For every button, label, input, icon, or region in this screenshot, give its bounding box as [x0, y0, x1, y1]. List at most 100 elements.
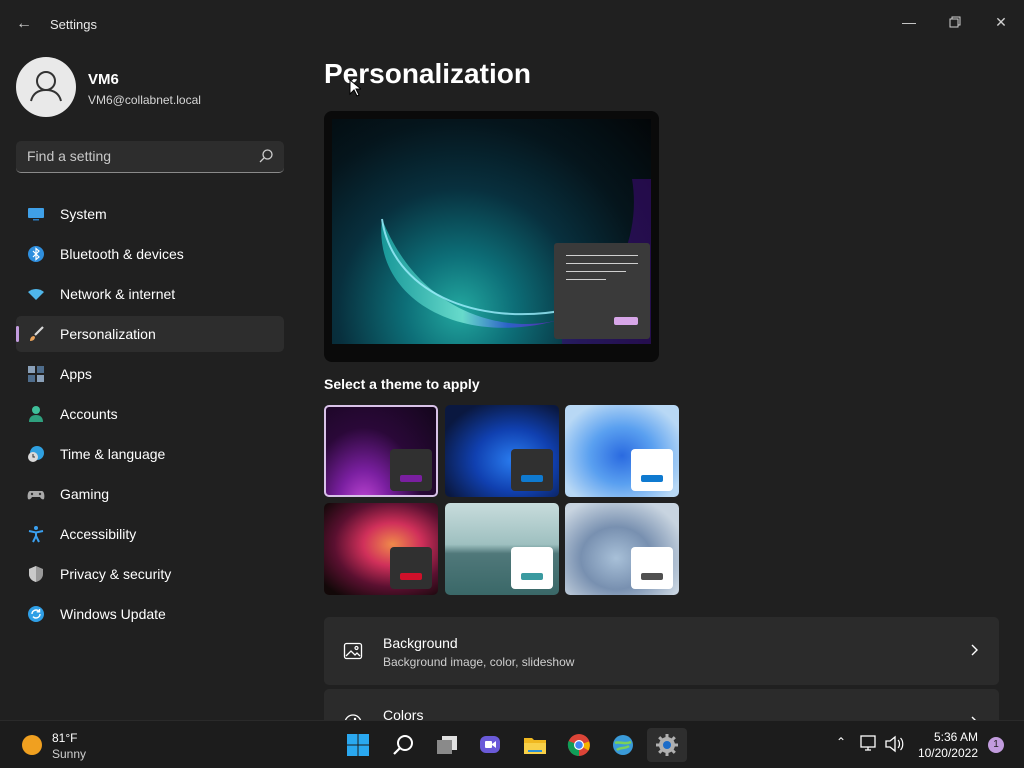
brush-icon [30, 326, 44, 341]
search-input[interactable] [16, 141, 246, 171]
sidebar-item-personalization[interactable]: Personalization [16, 316, 284, 352]
sidebar-item-label: Windows Update [60, 606, 166, 622]
network-tool-button[interactable] [603, 728, 643, 762]
update-icon [28, 606, 44, 622]
monitor-icon [28, 208, 44, 221]
palette-icon [344, 714, 362, 720]
theme-windows-light[interactable] [565, 405, 679, 497]
preview-accent-button [614, 317, 638, 325]
sidebar-item-bluetooth[interactable]: Bluetooth & devices [16, 236, 284, 272]
settings-window: ← Settings — ✕ VM6 VM6@collabnet.local F… [0, 0, 1024, 720]
weather-condition[interactable]: Sunny [52, 747, 86, 761]
clock-date: 10/20/2022 [917, 746, 978, 760]
sidebar-item-system[interactable]: System [16, 196, 284, 232]
start-button[interactable] [338, 728, 378, 762]
gamepad-icon [27, 491, 45, 500]
file-explorer-icon [524, 738, 546, 754]
theme-accent-swatch [400, 573, 422, 580]
sidebar-item-accessibility[interactable]: Accessibility [16, 516, 284, 552]
sidebar-item-label: Gaming [60, 486, 110, 502]
theme-accent-swatch [521, 475, 543, 482]
teams-chat-icon [480, 736, 500, 753]
desktop-wallpaper-preview [332, 119, 651, 344]
minimize-button[interactable]: — [897, 10, 921, 34]
sidebar-item-windows-update[interactable]: Windows Update [16, 596, 284, 632]
preview-window [554, 243, 650, 339]
globe-clock-icon [28, 446, 44, 462]
accessibility-icon [28, 526, 44, 543]
user-profile[interactable]: VM6 VM6@collabnet.local [16, 57, 286, 117]
chevron-right-icon [971, 644, 978, 656]
sidebar-item-gaming[interactable]: Gaming [16, 476, 284, 512]
sidebar-item-label: System [60, 206, 107, 222]
background-setting-card[interactable]: Background Background image, color, slid… [324, 617, 999, 685]
bluetooth-icon [28, 246, 44, 262]
person-icon [29, 406, 43, 422]
theme-window-swatch [631, 547, 673, 589]
clock-time: 5:36 AM [933, 730, 978, 744]
shield-icon [29, 566, 43, 582]
main-content: Personalization Select a theme to apply … [300, 48, 1024, 720]
chrome-icon [567, 734, 590, 756]
theme-window-swatch [511, 547, 553, 589]
person-icon [30, 71, 62, 102]
taskbar-search-button[interactable] [383, 728, 423, 762]
theme-captured-motion[interactable] [445, 503, 559, 595]
settings-taskbar-button[interactable] [647, 728, 687, 762]
theme-accent-swatch [521, 573, 543, 580]
back-arrow-icon[interactable]: ← [14, 14, 34, 34]
theme-accent-swatch [400, 475, 422, 482]
avatar [16, 57, 76, 117]
chat-button[interactable] [470, 728, 510, 762]
nav-list: System Bluetooth & devices Network & int… [16, 196, 284, 636]
search-icon [393, 735, 413, 755]
sidebar-item-label: Network & internet [60, 286, 176, 302]
sidebar-item-label: Accounts [60, 406, 118, 422]
theme-window-swatch [390, 449, 432, 491]
sun-icon[interactable] [22, 735, 42, 755]
volume-icon[interactable] [884, 735, 904, 753]
theme-preview [324, 111, 659, 362]
card-title: Colors [383, 707, 424, 720]
sidebar-item-network[interactable]: Network & internet [16, 276, 284, 312]
sidebar-item-accounts[interactable]: Accounts [16, 396, 284, 432]
image-icon [343, 642, 363, 660]
themes-label: Select a theme to apply [324, 376, 480, 392]
restore-button[interactable] [943, 10, 967, 34]
file-explorer-button[interactable] [515, 728, 555, 762]
preview-line [566, 271, 626, 272]
sidebar: VM6 VM6@collabnet.local System Bluetooth… [0, 48, 300, 720]
theme-grid [324, 405, 684, 597]
theme-window-swatch [511, 449, 553, 491]
theme-bloom-dark-purple[interactable] [324, 405, 438, 497]
selection-indicator [16, 326, 19, 342]
user-email: VM6@collabnet.local [88, 93, 201, 107]
user-name: VM6 [88, 71, 119, 88]
start-icon [347, 734, 369, 756]
theme-window-swatch [390, 547, 432, 589]
search-icon[interactable] [258, 148, 274, 164]
card-subtitle: Background image, color, slideshow [383, 655, 575, 669]
sidebar-item-time-language[interactable]: Time & language [16, 436, 284, 472]
theme-glow[interactable] [324, 503, 438, 595]
weather-temperature[interactable]: 81°F [52, 731, 77, 745]
task-view-button[interactable] [427, 728, 467, 762]
sidebar-item-apps[interactable]: Apps [16, 356, 284, 392]
network-icon[interactable] [859, 735, 879, 753]
close-button[interactable]: ✕ [989, 10, 1013, 34]
colors-setting-card[interactable]: Colors [324, 689, 999, 720]
sidebar-item-label: Bluetooth & devices [60, 246, 184, 262]
theme-sunrise[interactable] [565, 503, 679, 595]
sidebar-item-label: Accessibility [60, 526, 137, 542]
sidebar-item-privacy[interactable]: Privacy & security [16, 556, 284, 592]
chevron-up-icon[interactable]: ⌃ [832, 735, 850, 753]
preview-line [566, 255, 638, 256]
preview-line [566, 279, 606, 280]
sidebar-item-label: Personalization [60, 326, 156, 342]
sidebar-item-label: Apps [60, 366, 92, 382]
notification-badge[interactable]: 1 [988, 737, 1004, 753]
chrome-button[interactable] [559, 728, 599, 762]
theme-windows-dark[interactable] [445, 405, 559, 497]
wifi-icon [28, 289, 44, 300]
system-clock[interactable]: 5:36 AM 10/20/2022 [918, 729, 978, 761]
